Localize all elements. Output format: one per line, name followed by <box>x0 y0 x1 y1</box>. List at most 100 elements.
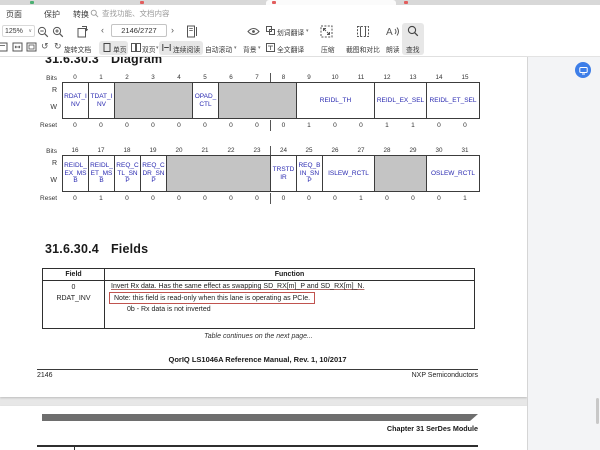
field-cell: REQ_CTL_SNP <box>115 156 141 191</box>
bit-number: 7 <box>244 73 270 82</box>
rotate-document-button[interactable]: 旋转文档 <box>64 44 91 54</box>
bit-number: 0 <box>62 73 88 82</box>
zoom-in-icon[interactable] <box>52 26 64 38</box>
footer-rule <box>37 369 478 370</box>
chevron-down-icon: ▾ <box>234 45 237 51</box>
word-translate-icon <box>266 26 275 35</box>
write-label: W <box>38 177 57 184</box>
fit-page-icon[interactable] <box>26 42 37 52</box>
previous-page-icon[interactable]: ‹ <box>101 25 104 35</box>
fit-width-icon[interactable] <box>12 42 23 52</box>
screenshot-compare-button[interactable]: 截图和对比 <box>346 44 380 54</box>
section-heading-fields: 31.6.30.4Fields <box>45 242 148 256</box>
continuous-reading-button[interactable]: 连续阅读 <box>173 44 200 54</box>
fit-actual-size-icon[interactable] <box>0 42 8 52</box>
bit-number: 24 <box>270 146 296 155</box>
function-description: Invert Rx data. Has the same effect as s… <box>111 283 470 290</box>
screenshot-compare-icon[interactable] <box>356 25 370 38</box>
background-eye-icon[interactable] <box>247 27 260 36</box>
field-label: REIDL_ET_MSB <box>90 162 113 184</box>
background-button[interactable]: 背景 <box>243 44 257 54</box>
bit-number: 11 <box>348 73 374 82</box>
reserved-field-cell <box>219 83 297 118</box>
find-button[interactable]: 查找 <box>406 44 420 54</box>
reset-value: 1 <box>452 193 478 204</box>
menu-protect[interactable]: 保护 <box>44 9 60 20</box>
bit-number: 17 <box>88 146 114 155</box>
field-label: REQ_CDR_SNP <box>142 162 165 184</box>
next-table-top-border <box>37 445 478 447</box>
reset-value: 0 <box>140 193 166 204</box>
read-label: R <box>38 160 57 167</box>
section-title: Fields <box>111 242 148 256</box>
search-icon <box>90 9 99 18</box>
full-translate-button[interactable]: 全文翻译 <box>277 44 304 54</box>
chevron-down-icon: ▾ <box>156 45 159 51</box>
auto-scroll-icon[interactable] <box>186 25 198 38</box>
single-page-icon <box>103 43 111 52</box>
bit-number: 15 <box>452 73 478 82</box>
column-header-function: Function <box>105 269 474 280</box>
bit-number: 21 <box>192 146 218 155</box>
search-box[interactable]: 查找功能、文档内容 <box>90 8 170 19</box>
field-cell: OPAD_CTL <box>193 83 219 118</box>
fields-table-row: 0 RDAT_INV Invert Rx data. Has the same … <box>43 281 474 328</box>
reset-row: Reset0100000000010001 <box>38 192 484 205</box>
bit-number: 1 <box>88 73 114 82</box>
bit-number: 27 <box>348 146 374 155</box>
word-translate-button[interactable]: 划词翻译 <box>277 27 304 37</box>
next-page-icon[interactable]: › <box>171 25 174 35</box>
reset-value: 0 <box>88 120 114 131</box>
bit-number: 4 <box>166 73 192 82</box>
column-header-field: Field <box>43 269 105 280</box>
document-viewport[interactable]: 31.6.30.3Diagram Bits0123456789101112131… <box>0 57 527 450</box>
assistant-button[interactable] <box>575 62 591 78</box>
chevron-down-icon: ▾ <box>306 28 309 34</box>
register-diagram-bits-16-31: Bits16171819202122232425262728293031REID… <box>38 144 484 205</box>
toolbar: 125% ∨ ‹ 2146/2727 › 划词翻译 ▾ <box>0 22 600 57</box>
zoom-level-select[interactable]: 125% ∨ <box>2 25 35 37</box>
rotate-document-icon[interactable] <box>76 25 89 38</box>
tab-favicon[interactable] <box>404 1 408 4</box>
panel-scrollbar-thumb[interactable] <box>596 398 599 424</box>
reserved-field-cell <box>115 83 193 118</box>
reset-value: 0 <box>140 120 166 131</box>
tab-favicon[interactable] <box>30 1 34 4</box>
page-number-input[interactable]: 2146/2727 <box>111 24 167 37</box>
double-page-button[interactable]: 双页 <box>142 44 156 54</box>
undo-icon[interactable]: ↺ <box>41 41 49 52</box>
section-heading-diagram: 31.6.30.3Diagram <box>45 57 162 66</box>
bit-numbers-row: Bits0123456789101112131415 <box>38 71 484 82</box>
menu-convert[interactable]: 转换 <box>73 9 89 20</box>
single-page-button[interactable]: 单页 <box>113 44 127 54</box>
reset-value: 1 <box>348 193 374 204</box>
read-aloud-button[interactable]: 朗读 <box>386 44 400 54</box>
field-grid: RDAT_INVTDAT_INVOPAD_CTLREIDL_THREIDL_EX… <box>62 82 480 119</box>
bit-number: 30 <box>426 146 452 155</box>
field-label: REQ_BIN_SNP <box>298 162 321 184</box>
bit-number: 14 <box>426 73 452 82</box>
field-name: RDAT_INV <box>43 295 104 302</box>
zoom-out-icon[interactable] <box>37 26 49 38</box>
bit-number: 23 <box>244 146 270 155</box>
tab-favicon[interactable] <box>140 1 144 4</box>
reset-value: 0 <box>452 120 478 131</box>
read-aloud-icon[interactable]: A <box>386 25 400 38</box>
menu-page[interactable]: 页面 <box>6 9 22 20</box>
compress-button[interactable]: 压缩 <box>321 44 335 54</box>
field-cell: TRSTDIR <box>271 156 297 191</box>
bit-number: 12 <box>374 73 400 82</box>
redo-icon[interactable]: ↻ <box>54 41 62 52</box>
field-label: REQ_CTL_SNP <box>116 162 139 184</box>
field-cell: OSLEW_RCTL <box>427 156 479 191</box>
tab-favicon[interactable] <box>272 1 276 4</box>
field-label: OSLEW_RCTL <box>431 170 475 177</box>
field-cell: REIDL_ET_MSB <box>89 156 115 191</box>
bits-label: Bits <box>38 148 62 155</box>
read-label: R <box>38 87 57 94</box>
auto-scroll-button[interactable]: 自动滚动 <box>205 44 232 54</box>
find-icon[interactable] <box>407 25 419 37</box>
field-cell: RDAT_INV <box>63 83 89 118</box>
bit-number: 16 <box>62 146 88 155</box>
compress-icon[interactable] <box>320 25 333 38</box>
